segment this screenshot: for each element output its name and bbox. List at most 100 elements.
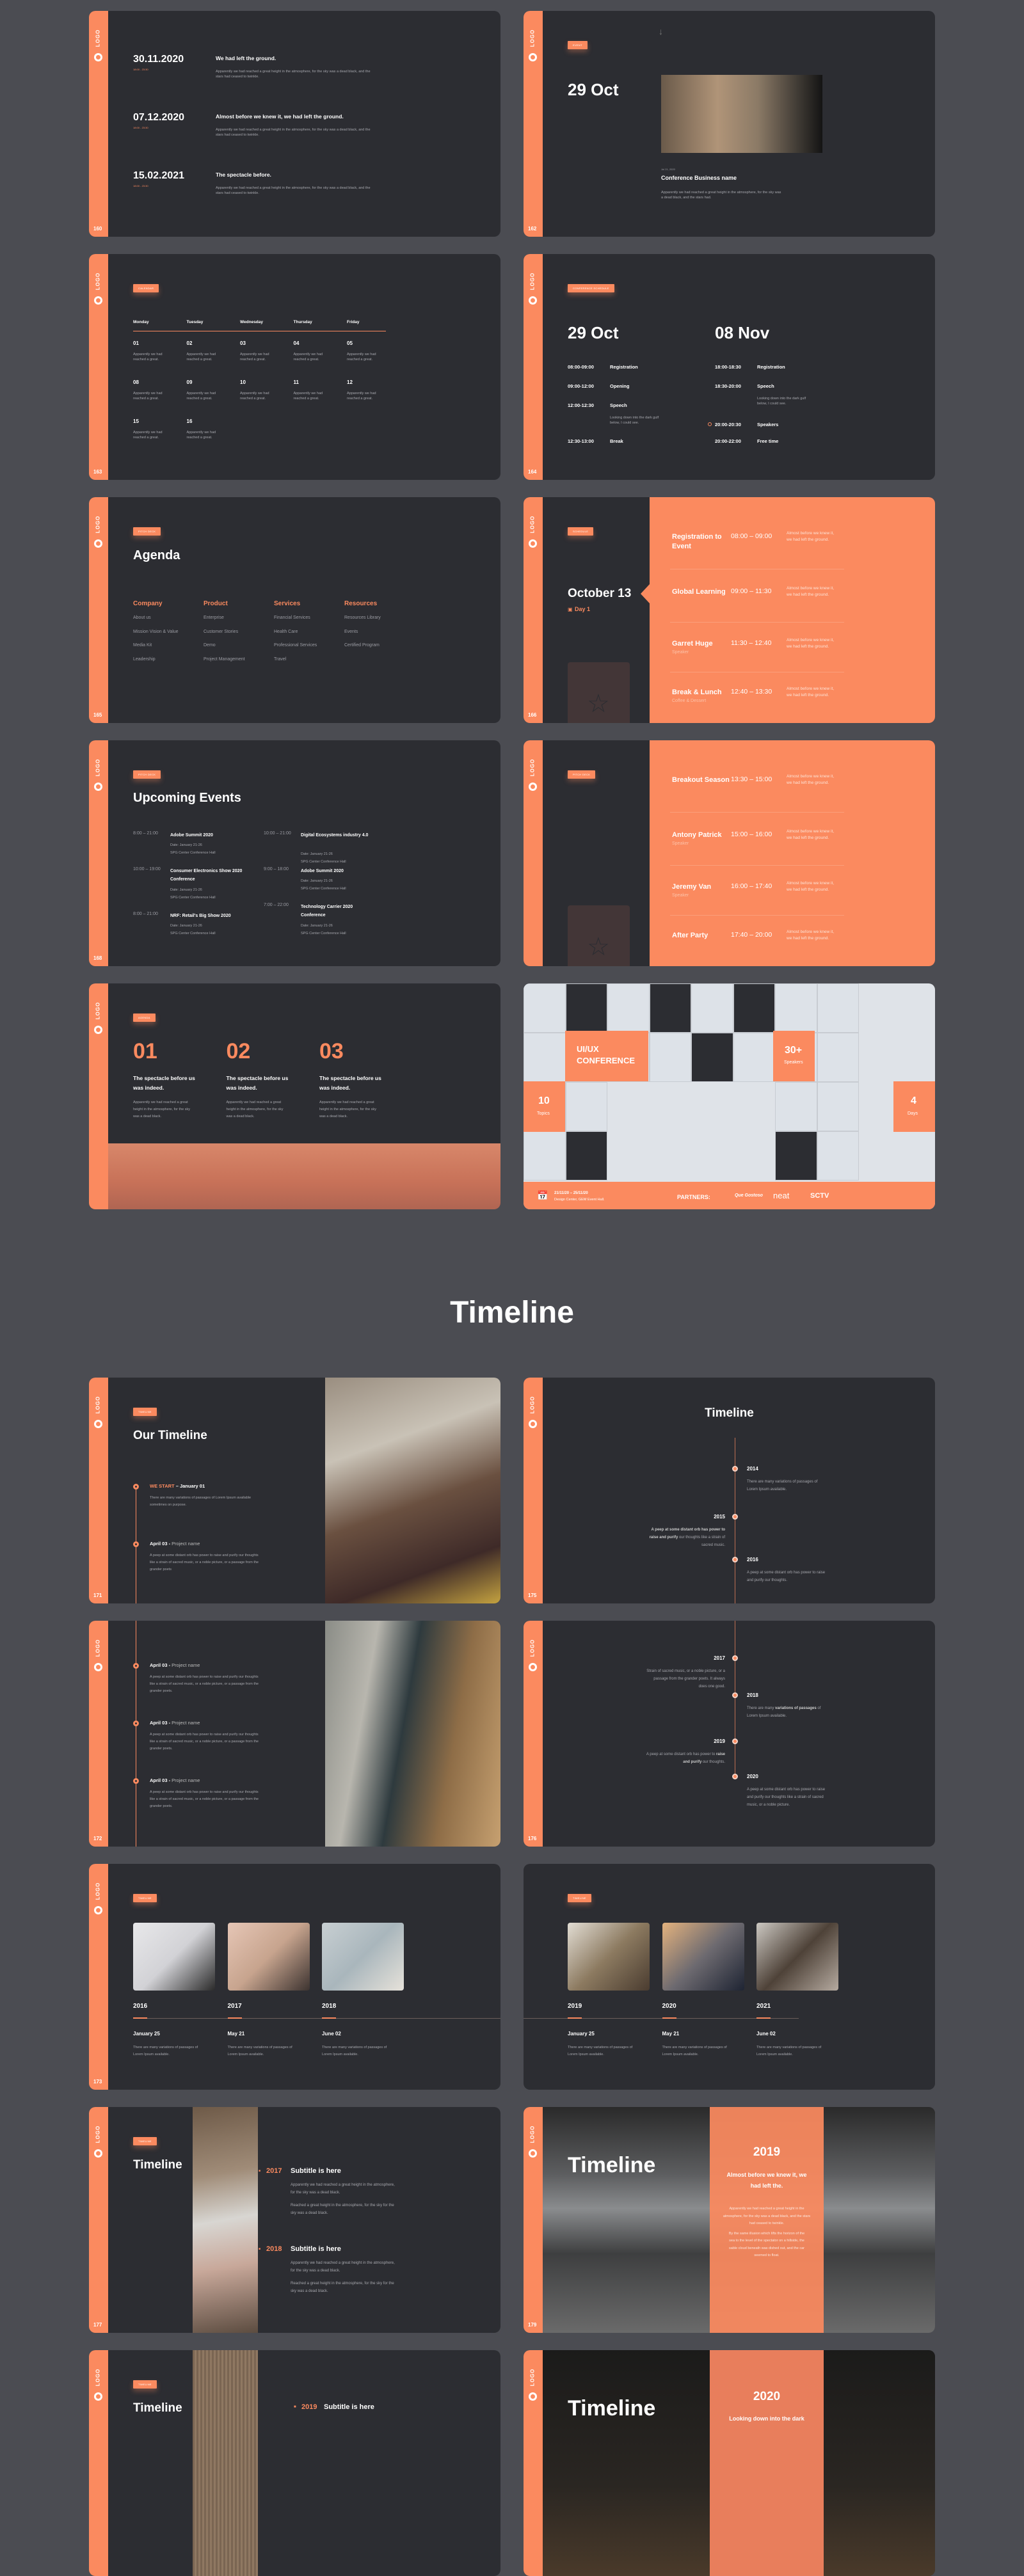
- panel-year: 2020: [753, 2390, 781, 2403]
- speaker-photo: [775, 983, 817, 1033]
- agenda-link[interactable]: Travel: [274, 657, 286, 662]
- topics-count: 10: [538, 1095, 550, 1106]
- row-text: Almost before we knew it, we had left th…: [787, 638, 835, 649]
- event-title: Adobe Summit 2020: [170, 833, 213, 838]
- calendar-day-text: Apparently we had reached a great.: [133, 353, 163, 362]
- speakers-count: 30+: [785, 1045, 803, 1056]
- panel-text-2: By the same illusion which lifts the hor…: [728, 2231, 805, 2258]
- logo: LOGO: [92, 753, 106, 791]
- agenda-title: The spectacle before us was indeed.: [133, 1075, 195, 1092]
- timeline-text: There are many variations of passages of…: [747, 1705, 827, 1720]
- agenda-number: 03: [319, 1039, 344, 1063]
- logo-ring-icon: [94, 783, 102, 791]
- calendar-day-number: 16: [186, 418, 193, 424]
- agenda-link[interactable]: Demo: [204, 643, 216, 648]
- agenda-column-head: Product: [204, 600, 228, 607]
- agenda-link[interactable]: Customer Stories: [204, 630, 238, 634]
- timeline-subtitle: Subtitle is here: [291, 2167, 341, 2175]
- agenda-link[interactable]: Enterprise: [204, 616, 224, 620]
- event-place: SPG Center Conference Hall: [170, 932, 216, 935]
- row-text: Almost before we knew it, we had left th…: [787, 687, 835, 697]
- agenda-link[interactable]: Resources Library: [344, 616, 381, 620]
- speaker-photo: [691, 983, 733, 1033]
- slide-timeline-subtitles: LOGO 177 TIMELINE Timeline ■ 2017 Subtitle …: [89, 2107, 500, 2333]
- timeline-year: 2018: [266, 2245, 282, 2253]
- agenda-link[interactable]: Financial Services: [274, 616, 310, 620]
- agenda-column-head: Company: [133, 600, 163, 607]
- row-time: 11:30 – 12:40: [731, 639, 772, 647]
- speaker-photo: [607, 983, 650, 1033]
- slide-rail: LOGO 160: [89, 11, 108, 237]
- office-corridor-photo: [325, 1621, 500, 1847]
- page-number: 166: [528, 712, 537, 718]
- agenda-link[interactable]: Leadership: [133, 657, 156, 662]
- agenda-number: 01: [133, 1039, 157, 1063]
- row-title: Global Learning: [672, 588, 726, 596]
- agenda-link[interactable]: Certified Program: [344, 643, 380, 648]
- timeline-photo: [133, 1923, 215, 1991]
- slide-timeline-2019: LOGO 179 Timeline 2019 Almost before we k…: [524, 2107, 935, 2333]
- agenda-column-head: Resources: [344, 600, 378, 607]
- timeline-text: There are many variations of passages of…: [150, 1496, 252, 1507]
- page-number: 173: [93, 2079, 102, 2085]
- year-marker: [227, 2017, 242, 2019]
- panel-headline: Looking down into the dark: [729, 2415, 804, 2422]
- logo-ring-icon: [94, 296, 102, 305]
- logo: LOGO: [92, 1634, 106, 1672]
- timeline-node-icon: [732, 1774, 738, 1779]
- agenda-link[interactable]: About us: [133, 616, 151, 620]
- schedule-time: 12:30-13:00: [568, 438, 594, 444]
- bullet-icon: ■: [259, 2247, 261, 2251]
- slide-timeline-projects: LOGO 172 April 03 - Project name A peep at…: [89, 1621, 500, 1847]
- heading-rest: Project name: [170, 1662, 200, 1668]
- agenda-link[interactable]: Professional Services: [274, 643, 317, 648]
- item-date: 07.12.2020: [133, 112, 185, 123]
- timeline-year: 2016: [747, 1557, 758, 1562]
- timeline-title: Timeline: [568, 2396, 656, 2421]
- schedule-time: 09:00-12:00: [568, 383, 594, 389]
- year-marker: [322, 2017, 336, 2019]
- agenda-text: Apparently we had reached a great height…: [133, 1101, 190, 1118]
- row-divider: [670, 812, 844, 813]
- page-number: 165: [93, 712, 102, 718]
- slide-timeline-photos-1: LOGO 173 TIMELINE 2016 January 25 There are…: [89, 1864, 500, 2090]
- agenda-link[interactable]: Media Kit: [133, 643, 152, 648]
- text-rest: Strain of sacred music, or a noble pictu…: [646, 1669, 725, 1689]
- logo: LOGO: [526, 267, 540, 305]
- speaker-photo: [524, 1033, 566, 1082]
- slide-upcoming-events: LOGO 168 PITCH DECK Upcoming Events 8:00 …: [89, 740, 500, 966]
- calendar-day-number: 09: [186, 379, 193, 385]
- event-time: 10:00 – 21:00: [264, 831, 291, 836]
- agenda-link[interactable]: Events: [344, 630, 358, 634]
- calendar-day-number: 08: [133, 379, 139, 385]
- speaker-photo: [565, 1082, 607, 1131]
- section-tag: TIMELINE: [133, 2380, 157, 2389]
- agenda-link[interactable]: Mission Vision & Value: [133, 630, 179, 634]
- row-subtitle: Speaker: [672, 841, 689, 846]
- slide-calendar: LOGO 163 CALENDAR Monday Tuesday Wednesday T…: [89, 254, 500, 480]
- timeline-year: 2018: [322, 2003, 337, 2010]
- timeline-node-icon: [133, 1663, 139, 1669]
- page-number: 171: [93, 1593, 102, 1598]
- event-time: 8:00 – 21:00: [133, 831, 158, 836]
- logo-ring-icon: [94, 1420, 102, 1428]
- timeline-subtitle: Subtitle is here: [324, 2403, 374, 2411]
- calendar-day-text: Apparently we had reached a great.: [133, 431, 163, 440]
- text-pre: There are many: [747, 1706, 776, 1710]
- logo: LOGO: [92, 996, 106, 1035]
- timeline-text: There are many variations of passages of…: [133, 2046, 198, 2056]
- event-place: SPG Center Conference Hall: [301, 887, 346, 891]
- timeline-subtitle: Subtitle is here: [291, 2245, 341, 2253]
- slide-event: LOGO 162 EVENT ↓ 29 Oct Jul 21, 2020 Conf…: [524, 11, 935, 237]
- section-tag: AGENDA: [133, 1014, 156, 1022]
- timeline-title: Timeline: [705, 1406, 754, 1420]
- agenda-link[interactable]: Health Care: [274, 630, 298, 634]
- calendar-star-icon: ☆: [568, 662, 630, 723]
- logo: LOGO: [92, 1877, 106, 1915]
- event-date: Date: January 21-26: [301, 852, 333, 856]
- timeline-year: 2016: [133, 2003, 148, 2010]
- agenda-link[interactable]: Project Management: [204, 657, 245, 662]
- bullet-icon: ■: [259, 2169, 261, 2173]
- timeline-text: A peep at some distant orb has power to …: [747, 1786, 827, 1809]
- row-subtitle: Speaker: [672, 893, 689, 898]
